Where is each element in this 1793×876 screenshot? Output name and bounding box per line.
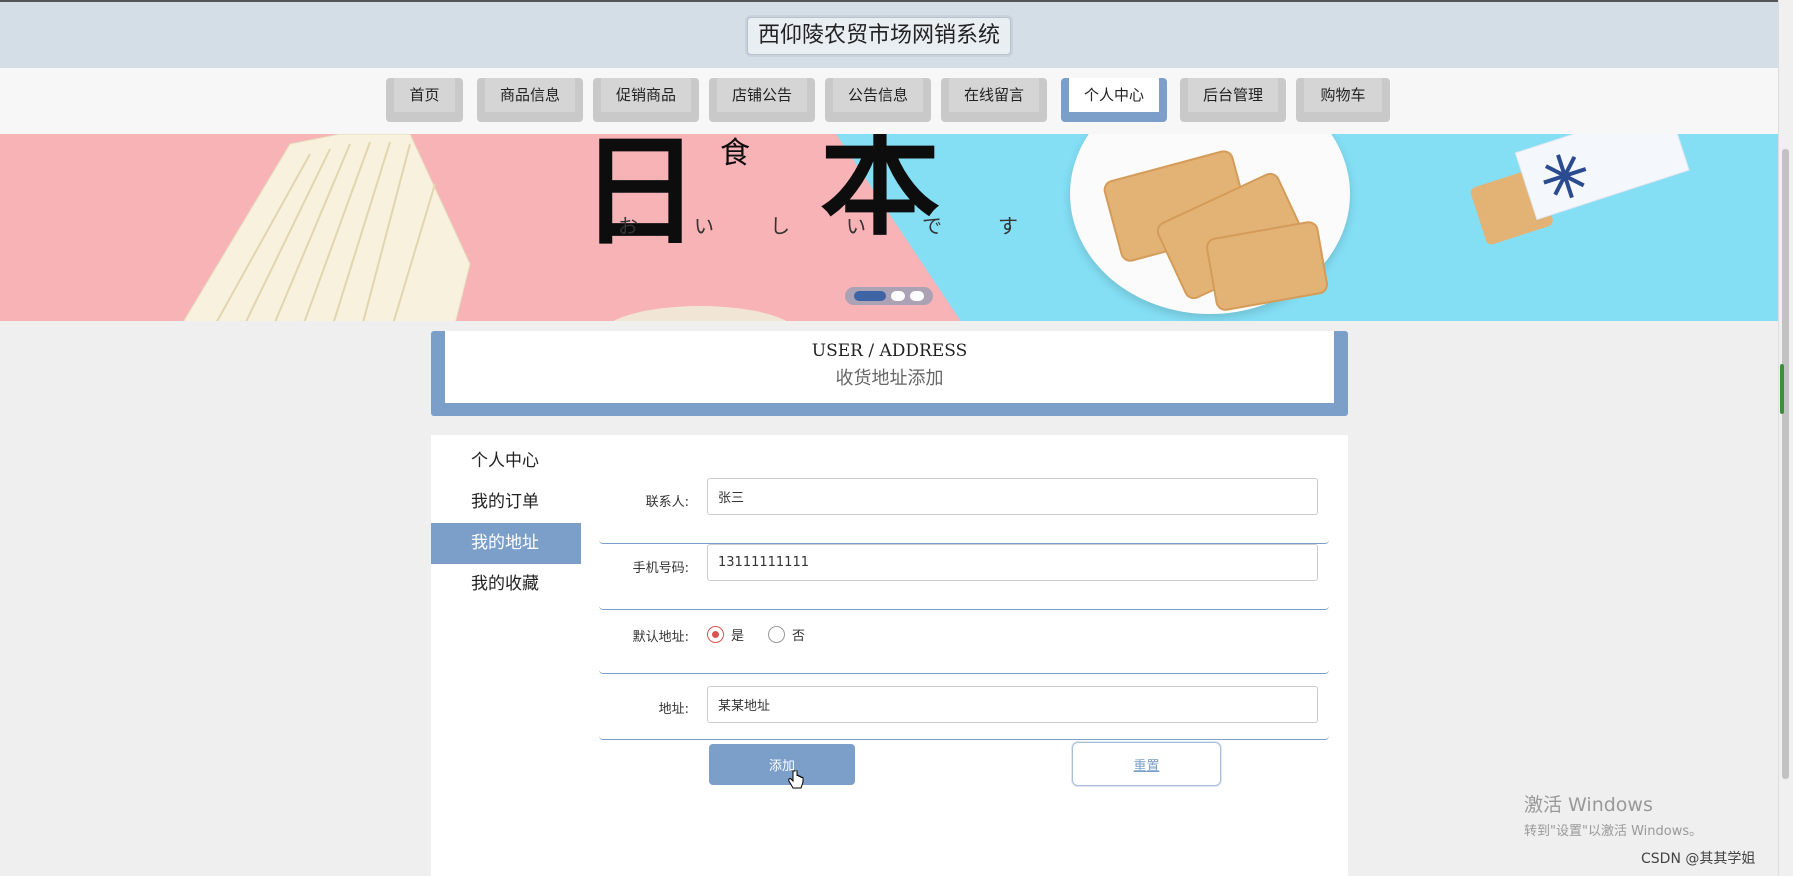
default-radio-group: 是 否 bbox=[707, 625, 829, 644]
windows-activation-title: 激活 Windows bbox=[1524, 794, 1653, 816]
radio-yes[interactable] bbox=[707, 626, 724, 643]
contact-label: 联系人: bbox=[645, 495, 689, 510]
phone-input[interactable] bbox=[707, 544, 1318, 581]
scrollbar-marker bbox=[1780, 364, 1784, 414]
nav-personal-center[interactable]: 个人中心 bbox=[1061, 78, 1167, 122]
bowl-illustration bbox=[600, 306, 800, 321]
carousel-dot-2[interactable] bbox=[891, 291, 905, 301]
banner-carousel: 日 食 本 お い し い で す bbox=[0, 134, 1779, 321]
kana-char: い bbox=[846, 214, 866, 238]
windows-activation-subtitle: 转到"设置"以激活 Windows。 bbox=[1524, 824, 1703, 839]
kana-char: す bbox=[998, 214, 1018, 238]
nav-home[interactable]: 首页 bbox=[386, 78, 463, 122]
banner-kana: おいしいです bbox=[590, 210, 1046, 239]
nav-store-notices[interactable]: 店铺公告 bbox=[709, 78, 815, 122]
section-title-cn: 收货地址添加 bbox=[835, 368, 944, 389]
default-label: 默认地址: bbox=[632, 630, 689, 645]
sidebar-item-my-favorites[interactable]: 我的收藏 bbox=[431, 564, 581, 605]
kana-char: い bbox=[694, 214, 714, 238]
banner-glyph-small: 食 bbox=[720, 136, 750, 171]
nav-label: 商品信息 bbox=[485, 78, 575, 112]
carousel-dot-1[interactable] bbox=[854, 291, 886, 301]
nav-label: 后台管理 bbox=[1188, 78, 1278, 112]
nav-admin[interactable]: 后台管理 bbox=[1180, 78, 1286, 122]
radio-yes-label: 是 bbox=[731, 629, 745, 644]
contact-input[interactable] bbox=[707, 478, 1318, 515]
nav-cart[interactable]: 购物车 bbox=[1296, 78, 1390, 122]
add-button[interactable]: 添加 bbox=[709, 744, 855, 785]
nav-promotions[interactable]: 促销商品 bbox=[593, 78, 699, 122]
noodles-illustration bbox=[183, 134, 471, 321]
hand-cursor-icon bbox=[788, 770, 804, 789]
nav-announcements[interactable]: 公告信息 bbox=[825, 78, 931, 122]
section-header: USER / ADDRESS 收货地址添加 bbox=[431, 331, 1348, 416]
nav-label: 首页 bbox=[394, 78, 455, 112]
carousel-indicators bbox=[845, 287, 933, 305]
form-row-phone: 手机号码: bbox=[599, 544, 1329, 610]
address-input[interactable] bbox=[707, 686, 1318, 723]
sidebar-item-personal-center[interactable]: 个人中心 bbox=[431, 441, 581, 482]
section-header-inner: USER / ADDRESS 收货地址添加 bbox=[445, 331, 1334, 403]
banner-glyph-left: 日 bbox=[580, 134, 700, 262]
nav-products[interactable]: 商品信息 bbox=[477, 78, 583, 122]
kana-char: お bbox=[618, 214, 638, 238]
section-title-en: USER / ADDRESS bbox=[811, 341, 968, 361]
sidebar-item-my-address[interactable]: 我的地址 bbox=[431, 523, 581, 564]
kana-char: し bbox=[770, 214, 790, 238]
site-header: 西仰陵农贸市场网销系统 bbox=[0, 0, 1779, 68]
sidebar-item-my-orders[interactable]: 我的订单 bbox=[431, 482, 581, 523]
banner-glyph-right: 本 bbox=[820, 134, 940, 252]
address-label: 地址: bbox=[658, 702, 689, 717]
nav-label: 促销商品 bbox=[601, 78, 691, 112]
nav-label: 公告信息 bbox=[833, 78, 923, 112]
reset-button[interactable]: 重置 bbox=[1072, 742, 1221, 786]
nav-label: 购物车 bbox=[1304, 78, 1382, 112]
nav-label: 店铺公告 bbox=[717, 78, 807, 112]
content-card: 个人中心 我的订单 我的地址 我的收藏 联系人: 手机号码: 默认地址: 是 否… bbox=[431, 435, 1348, 876]
nav-label: 在线留言 bbox=[949, 78, 1039, 112]
radio-no[interactable] bbox=[768, 626, 786, 643]
windows-activation-watermark: 激活 Windows 转到"设置"以激活 Windows。 bbox=[1524, 790, 1702, 839]
form-row-contact: 联系人: bbox=[599, 478, 1329, 544]
page-scrollbar[interactable] bbox=[1778, 0, 1793, 876]
radio-no-label: 否 bbox=[792, 629, 806, 644]
user-sidebar: 个人中心 我的订单 我的地址 我的收藏 bbox=[431, 441, 581, 605]
nav-label: 个人中心 bbox=[1069, 78, 1159, 112]
address-form: 联系人: 手机号码: 默认地址: 是 否 地址: bbox=[599, 478, 1329, 740]
form-row-address: 地址: bbox=[599, 674, 1329, 740]
scrollbar-thumb[interactable] bbox=[1782, 149, 1789, 779]
nav-messages[interactable]: 在线留言 bbox=[941, 78, 1047, 122]
main-nav: 首页 商品信息 促销商品 店铺公告 公告信息 在线留言 个人中心 后台管理 购物… bbox=[0, 68, 1779, 134]
form-row-default: 默认地址: 是 否 bbox=[599, 610, 1329, 674]
kana-char: で bbox=[922, 214, 942, 238]
carousel-dot-3[interactable] bbox=[910, 291, 924, 301]
phone-label: 手机号码: bbox=[632, 561, 689, 576]
csdn-watermark: CSDN @其其学姐 bbox=[1641, 851, 1756, 867]
site-title: 西仰陵农贸市场网销系统 bbox=[747, 17, 1012, 55]
